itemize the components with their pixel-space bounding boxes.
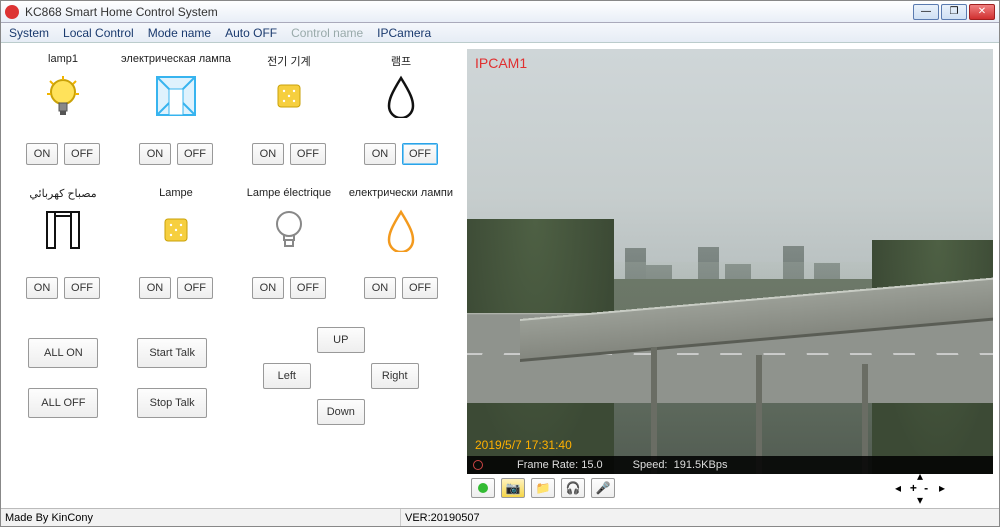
camera-timestamp: 2019/5/7 17:31:40 xyxy=(475,438,572,452)
record-indicator-icon xyxy=(473,460,483,470)
ptz-up-button[interactable]: UP xyxy=(317,327,365,353)
camera-view[interactable]: IPCAM1 2019/5/7 17:31:40 Frame Rate: 15.… xyxy=(467,49,993,474)
ptz-down-button[interactable]: Down xyxy=(317,399,365,425)
app-icon xyxy=(5,5,19,19)
start-talk-button[interactable]: Start Talk xyxy=(137,338,207,368)
menu-ipcamera[interactable]: IPCamera xyxy=(377,26,431,40)
device-off-button[interactable]: OFF xyxy=(177,143,213,165)
audio-button[interactable]: 🎧 xyxy=(561,478,585,498)
camera-toolbar: 📷 📁 🎧 🎤 ▴ ◂ + - ▸ ▾ xyxy=(467,474,993,502)
bulb-outline-icon xyxy=(235,207,343,253)
device-0: lamp1 ON OFF xyxy=(9,53,117,183)
droplet-black-icon xyxy=(347,73,455,119)
status-version: VER:20190507 xyxy=(401,512,480,524)
record-button[interactable] xyxy=(471,478,495,498)
all-off-button[interactable]: ALL OFF xyxy=(28,388,98,418)
ptz-arrow-right-icon[interactable]: ▸ xyxy=(939,481,945,495)
menu-mode-name[interactable]: Mode name xyxy=(148,26,211,40)
device-on-button[interactable]: ON xyxy=(252,143,284,165)
device-off-button[interactable]: OFF xyxy=(402,277,438,299)
device-7: електрически лампи ON OFF xyxy=(347,187,455,317)
status-made-by: Made By KinCony xyxy=(1,509,401,526)
square-yellow-icon xyxy=(121,207,231,253)
device-panel: lamp1 ON OFF электрическая лампа ON OFF 전기 기계 O… xyxy=(1,43,463,508)
statusbar: Made By KinCony VER:20190507 xyxy=(1,508,999,526)
device-label: 전기 기계 xyxy=(235,53,343,67)
menubar: System Local Control Mode name Auto OFF … xyxy=(1,23,999,43)
menu-control-name[interactable]: Control name xyxy=(291,26,363,40)
device-label: Lampe xyxy=(121,187,231,201)
camera-status-bar: Frame Rate: 15.0 Speed: 191.5KBps xyxy=(467,456,993,474)
square-yellow-icon xyxy=(235,73,343,119)
device-4: مصباح كهربائي ON OFF xyxy=(9,187,117,317)
device-off-button[interactable]: OFF xyxy=(290,143,326,165)
open-folder-button[interactable]: 📁 xyxy=(531,478,555,498)
minimize-button[interactable]: — xyxy=(913,4,939,20)
menu-auto-off[interactable]: Auto OFF xyxy=(225,26,277,40)
menu-system[interactable]: System xyxy=(9,26,49,40)
device-label: електрически лампи xyxy=(347,187,455,201)
device-off-button[interactable]: OFF xyxy=(290,277,326,299)
gate-icon xyxy=(9,207,117,253)
ptz-right-button[interactable]: Right xyxy=(371,363,419,389)
snapshot-button[interactable]: 📷 xyxy=(501,478,525,498)
menu-local-control[interactable]: Local Control xyxy=(63,26,134,40)
device-label: Lampe électrique xyxy=(235,187,343,201)
droplet-orange-icon xyxy=(347,207,455,253)
device-3: 램프 ON OFF xyxy=(347,53,455,183)
device-off-button[interactable]: OFF xyxy=(64,143,100,165)
device-on-button[interactable]: ON xyxy=(26,143,58,165)
device-on-button[interactable]: ON xyxy=(364,143,396,165)
device-off-button[interactable]: OFF xyxy=(64,277,100,299)
device-2: 전기 기계 ON OFF xyxy=(235,53,343,183)
device-1: электрическая лампа ON OFF xyxy=(121,53,231,183)
device-on-button[interactable]: ON xyxy=(139,143,171,165)
ptz-arrow-left-icon[interactable]: ◂ xyxy=(895,481,901,495)
mic-button[interactable]: 🎤 xyxy=(591,478,615,498)
device-on-button[interactable]: ON xyxy=(26,277,58,299)
window-title: KC868 Smart Home Control System xyxy=(25,5,913,19)
stop-talk-button[interactable]: Stop Talk xyxy=(137,388,207,418)
ptz-joystick[interactable]: ▴ ◂ + - ▸ ▾ xyxy=(891,471,949,505)
device-off-button[interactable]: OFF xyxy=(177,277,213,299)
all-on-button[interactable]: ALL ON xyxy=(28,338,98,368)
device-label: مصباح كهربائي xyxy=(9,187,117,201)
device-off-button[interactable]: OFF xyxy=(402,143,438,165)
ptz-left-button[interactable]: Left xyxy=(263,363,311,389)
device-6: Lampe électrique ON OFF xyxy=(235,187,343,317)
ptz-arrow-down-icon[interactable]: ▾ xyxy=(917,493,923,507)
close-button[interactable]: ✕ xyxy=(969,4,995,20)
device-5: Lampe ON OFF xyxy=(121,187,231,317)
window-blue-icon xyxy=(121,73,231,119)
device-label: lamp1 xyxy=(9,53,117,67)
device-label: 램프 xyxy=(347,53,455,67)
device-on-button[interactable]: ON xyxy=(139,277,171,299)
device-on-button[interactable]: ON xyxy=(252,277,284,299)
titlebar: KC868 Smart Home Control System — ❐ ✕ xyxy=(1,1,999,23)
device-label: электрическая лампа xyxy=(121,53,231,67)
bulb-yellow-icon xyxy=(9,73,117,119)
maximize-button[interactable]: ❐ xyxy=(941,4,967,20)
camera-label: IPCAM1 xyxy=(475,55,527,71)
device-on-button[interactable]: ON xyxy=(364,277,396,299)
